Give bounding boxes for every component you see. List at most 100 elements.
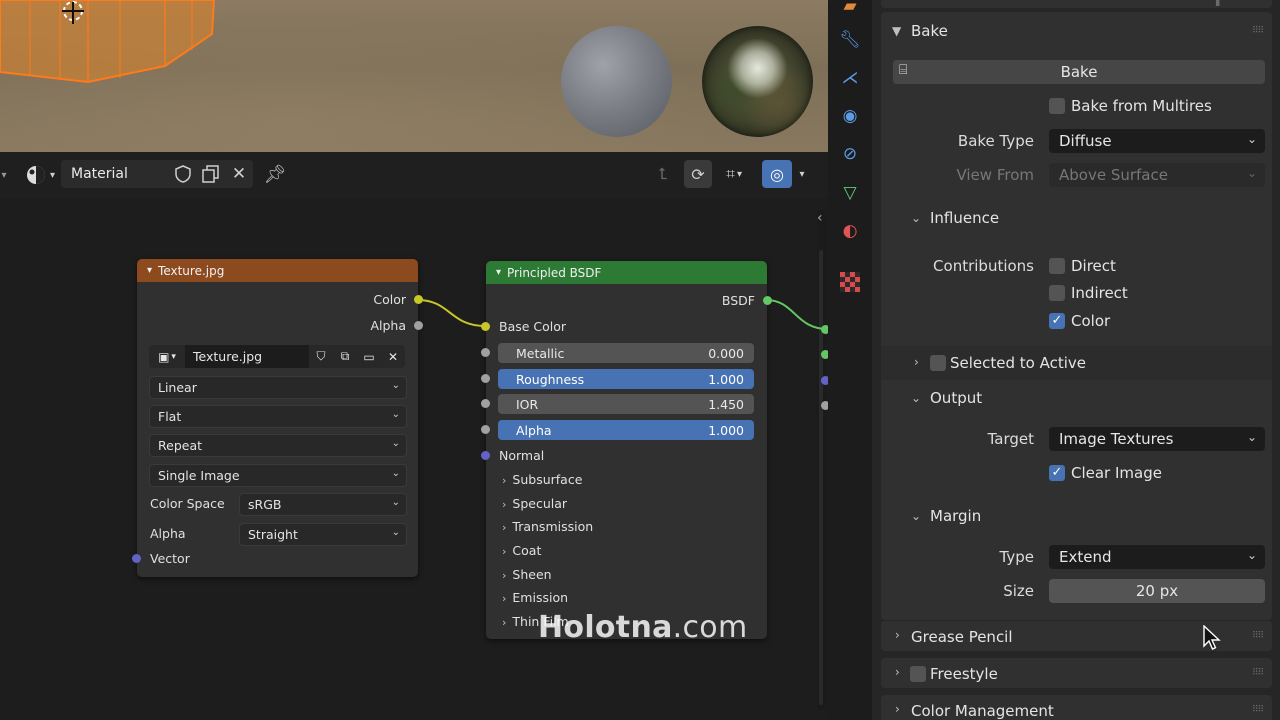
alpha-slider[interactable]: Alpha 1.000 bbox=[498, 420, 754, 440]
chevron-down-icon: ▾ bbox=[171, 351, 176, 362]
open-image-folder-icon[interactable]: ▭ bbox=[357, 345, 381, 368]
margin-type-value: Extend bbox=[1059, 548, 1112, 566]
chevron-right-icon: › bbox=[502, 474, 507, 487]
chevron-right-icon[interactable]: › bbox=[914, 355, 919, 369]
subpanel-coat[interactable]: › Coat bbox=[502, 543, 541, 558]
panel-drag-grip[interactable]: ▍▘ bbox=[1216, 0, 1233, 6]
source-dropdown[interactable]: Single Image ⌄ bbox=[149, 464, 407, 487]
output-properties-icon[interactable]: ▰ bbox=[838, 0, 862, 18]
output-alpha-label: Alpha bbox=[370, 318, 406, 333]
ior-socket[interactable] bbox=[481, 399, 490, 408]
output-color-socket[interactable] bbox=[414, 295, 423, 304]
principled-bsdf-node[interactable]: ▾ Principled BSDF BSDF Base Color Metall… bbox=[481, 261, 772, 639]
image-name-field[interactable]: Texture.jpg bbox=[185, 345, 309, 368]
panel-drag-grip[interactable]: ⠿⠿ bbox=[1252, 26, 1264, 36]
target-dropdown[interactable]: Image Textures ⌄ bbox=[1049, 427, 1265, 451]
roughness-socket[interactable] bbox=[481, 374, 490, 383]
bake-type-dropdown[interactable]: Diffuse ⌄ bbox=[1049, 129, 1265, 153]
alpha-socket[interactable] bbox=[481, 425, 490, 434]
subpanel-sheen[interactable]: › Sheen bbox=[502, 567, 552, 582]
slider-value: 0.000 bbox=[708, 345, 744, 361]
node-title: Texture.jpg bbox=[158, 263, 225, 278]
chevron-down-icon: ⌄ bbox=[391, 438, 400, 449]
chevron-down-icon[interactable]: ⌄ bbox=[911, 509, 921, 523]
slider-label: IOR bbox=[516, 396, 539, 412]
normal-socket[interactable] bbox=[481, 451, 490, 460]
chevron-right-icon: › bbox=[502, 498, 507, 511]
chevron-right-icon[interactable]: › bbox=[895, 628, 900, 642]
material-icon[interactable]: ◐ bbox=[838, 219, 862, 243]
bake-button-label: Bake bbox=[1060, 63, 1098, 81]
chevron-right-icon[interactable]: › bbox=[895, 665, 900, 679]
subpanel-label: Transmission bbox=[512, 519, 594, 534]
grease-pencil-title[interactable]: Grease Pencil bbox=[911, 628, 1013, 646]
metallic-socket[interactable] bbox=[481, 348, 490, 357]
margin-size-label: Size bbox=[1003, 582, 1034, 600]
vector-input-socket[interactable] bbox=[132, 554, 141, 563]
slider-label: Metallic bbox=[516, 345, 565, 361]
extension-dropdown[interactable]: Repeat ⌄ bbox=[149, 434, 407, 457]
alpha-mode-dropdown[interactable]: Straight ⌄ bbox=[239, 523, 407, 546]
projection-dropdown[interactable]: Flat ⌄ bbox=[149, 405, 407, 428]
subpanel-label: Subsurface bbox=[512, 472, 583, 487]
unlink-image-icon[interactable]: ✕ bbox=[381, 345, 405, 368]
bake-section-title[interactable]: Bake bbox=[911, 22, 948, 40]
panel-drag-grip[interactable]: ⠿⠿ bbox=[1252, 631, 1264, 641]
subpanel-subsurface[interactable]: › Subsurface bbox=[502, 472, 582, 487]
subpanel-transmission[interactable]: › Transmission bbox=[502, 519, 593, 534]
indirect-checkbox[interactable] bbox=[1049, 285, 1065, 301]
base-color-socket[interactable] bbox=[481, 322, 490, 331]
color-checkbox[interactable]: ✓ bbox=[1049, 313, 1065, 329]
particles-icon[interactable]: ⋌ bbox=[838, 66, 862, 90]
modifier-wrench-icon[interactable]: 🔧︎ bbox=[838, 28, 862, 52]
physics-icon[interactable]: ◉ bbox=[838, 104, 862, 128]
alpha-mode-label: Alpha bbox=[150, 526, 186, 541]
collapse-chevron-icon[interactable]: ▾ bbox=[496, 267, 501, 278]
chevron-down-icon[interactable]: ⌄ bbox=[911, 211, 921, 225]
output-bsdf-socket[interactable] bbox=[763, 296, 772, 305]
constraints-icon[interactable]: ⊘ bbox=[838, 142, 862, 166]
base-color-label: Base Color bbox=[499, 319, 567, 334]
color-management-title[interactable]: Color Management bbox=[911, 702, 1054, 720]
subpanel-emission[interactable]: › Emission bbox=[502, 590, 568, 605]
selected-to-active-label[interactable]: Selected to Active bbox=[950, 354, 1086, 372]
freestyle-checkbox[interactable] bbox=[910, 666, 926, 682]
interpolation-dropdown[interactable]: Linear ⌄ bbox=[149, 376, 407, 399]
bake-from-multires-checkbox[interactable] bbox=[1049, 98, 1065, 114]
collapse-chevron-icon[interactable]: ▾ bbox=[147, 265, 152, 276]
margin-size-field[interactable]: 20 px bbox=[1049, 579, 1265, 603]
direct-checkbox[interactable] bbox=[1049, 258, 1065, 274]
color-space-dropdown[interactable]: sRGB ⌄ bbox=[239, 493, 407, 516]
bake-button[interactable]: ⌸ Bake bbox=[893, 60, 1265, 84]
metallic-slider[interactable]: Metallic 0.000 bbox=[498, 343, 754, 363]
output-section-title[interactable]: Output bbox=[930, 389, 982, 407]
node-title: Principled BSDF bbox=[507, 265, 602, 280]
slider-value: 1.000 bbox=[708, 422, 744, 438]
fake-user-shield-icon[interactable]: ⛉ bbox=[309, 345, 333, 368]
panel-drag-grip[interactable]: ⠿⠿ bbox=[1252, 705, 1264, 715]
texture-checker-icon[interactable] bbox=[838, 270, 862, 294]
ior-slider[interactable]: IOR 1.450 bbox=[498, 394, 754, 414]
bake-type-value: Diffuse bbox=[1059, 132, 1112, 150]
subpanel-specular[interactable]: › Specular bbox=[502, 496, 567, 511]
freestyle-title[interactable]: Freestyle bbox=[930, 665, 998, 683]
chevron-right-icon[interactable]: › bbox=[895, 702, 900, 716]
chevron-down-icon[interactable]: ⌄ bbox=[911, 391, 921, 405]
chevron-down-icon[interactable]: ▼ bbox=[892, 24, 901, 38]
clear-image-checkbox[interactable]: ✓ bbox=[1049, 465, 1065, 481]
influence-section-title[interactable]: Influence bbox=[930, 209, 999, 227]
view-from-dropdown: Above Surface ⌄ bbox=[1049, 163, 1265, 187]
margin-section-title[interactable]: Margin bbox=[930, 507, 981, 525]
duplicate-image-icon[interactable]: ⧉ bbox=[333, 345, 357, 368]
margin-type-dropdown[interactable]: Extend ⌄ bbox=[1049, 545, 1265, 569]
output-alpha-socket[interactable] bbox=[414, 321, 423, 330]
panel-drag-grip[interactable]: ⠿⠿ bbox=[1252, 668, 1264, 678]
chevron-down-icon: ⌄ bbox=[1246, 430, 1257, 444]
image-texture-node[interactable]: ▾ Texture.jpg Color Alpha ▣ ▾ Texture.jpg… bbox=[132, 259, 423, 577]
selected-to-active-checkbox[interactable] bbox=[930, 355, 946, 371]
node-header[interactable]: ▾ Texture.jpg bbox=[137, 259, 418, 282]
node-header[interactable]: ▾ Principled BSDF bbox=[486, 261, 767, 284]
roughness-slider[interactable]: Roughness 1.000 bbox=[498, 369, 754, 389]
object-data-icon[interactable]: ▽ bbox=[838, 181, 862, 205]
image-browse-button[interactable]: ▣ ▾ bbox=[149, 345, 185, 368]
